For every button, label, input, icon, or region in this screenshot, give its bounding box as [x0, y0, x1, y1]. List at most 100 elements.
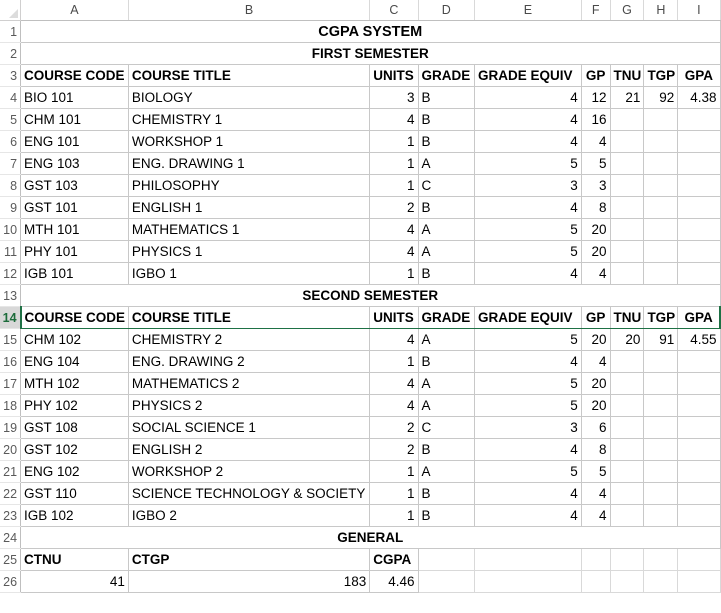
table-row[interactable]: 17 MTH 102 MATHEMATICS 2 4 A 5 20: [0, 372, 721, 395]
table-row[interactable]: 12 IGB 101 IGBO 11B44: [0, 262, 721, 285]
cell-sem1-gpa[interactable]: [677, 218, 721, 241]
cell-sem2-code[interactable]: ENG 102: [20, 460, 129, 483]
row-header-26[interactable]: 26: [0, 570, 22, 593]
cell-sem1-tgp[interactable]: [643, 174, 679, 197]
cell-sem1-gp[interactable]: 16: [581, 108, 611, 131]
column-label-gpa-second[interactable]: GPA: [677, 306, 721, 329]
table-row[interactable]: 22 GST 110 SCIENCE TECHNOLOGY & SOCIETY 1 B 4…: [0, 482, 721, 505]
cell-sem2-gpa[interactable]: [677, 350, 721, 373]
column-header-b[interactable]: B: [128, 0, 371, 21]
cell-sem2-gpa[interactable]: [677, 438, 721, 461]
column-header-d[interactable]: D: [418, 0, 475, 21]
cell-sem2-gp[interactable]: 4: [581, 482, 611, 505]
table-row[interactable]: 10 MTH 101 MATHEMATICS 1 4 A 5 20: [0, 218, 721, 241]
cell-sem2-equiv[interactable]: 5: [474, 394, 582, 417]
cell-sem1-equiv[interactable]: 4: [474, 130, 582, 153]
table-row[interactable]: 3 COURSE CODE COURSE TITLE UNITS GRADE GRADE …: [0, 64, 721, 87]
value-cgpa[interactable]: 4.46: [369, 570, 419, 593]
column-header-f[interactable]: F: [581, 0, 611, 21]
row-header-13[interactable]: 13: [0, 284, 22, 307]
column-header-h[interactable]: H: [643, 0, 679, 21]
cell-sem2-tnu[interactable]: [610, 482, 645, 505]
row-header-6[interactable]: 6: [0, 130, 22, 153]
row-header-7[interactable]: 7: [0, 152, 22, 175]
section-title-second-semester[interactable]: SECOND SEMESTER: [20, 284, 721, 307]
cell-sem1-gpa[interactable]: [677, 196, 721, 219]
cell-sem2-grade[interactable]: A: [418, 328, 475, 351]
cell-sem1-tnu[interactable]: [610, 108, 645, 131]
cell-sem1-code[interactable]: MTH 101: [20, 218, 129, 241]
cell-sem1-tgp[interactable]: [643, 196, 679, 219]
column-label-ctgp[interactable]: CTGP: [128, 548, 371, 571]
cell-sem1-gp[interactable]: 20: [581, 218, 611, 241]
row-header-3[interactable]: 3: [0, 64, 22, 87]
cell-sem1-tnu[interactable]: 21: [610, 86, 645, 109]
cell-sem2-title[interactable]: PHYSICS 2: [128, 394, 371, 417]
cell-sem2-tgp[interactable]: [643, 460, 679, 483]
row-header-5[interactable]: 5: [0, 108, 22, 131]
row-header-20[interactable]: 20: [0, 438, 22, 461]
table-row[interactable]: 1 CGPA SYSTEM: [0, 20, 721, 43]
cell-sem1-tgp[interactable]: [643, 130, 679, 153]
column-label-ctnu[interactable]: CTNU: [20, 548, 129, 571]
cell-sem2-units[interactable]: 1: [369, 350, 419, 373]
cell-sem2-tnu[interactable]: [610, 438, 645, 461]
cell-sem1-code[interactable]: GST 103: [20, 174, 129, 197]
cell-sem1-title[interactable]: ENGLISH 1: [128, 196, 371, 219]
row-header-19[interactable]: 19: [0, 416, 22, 439]
cell-sem1-gp[interactable]: 4: [581, 130, 611, 153]
cell-sem2-gpa[interactable]: [677, 504, 721, 527]
cell-sem1-equiv[interactable]: 3: [474, 174, 582, 197]
cell-sem1-grade[interactable]: C: [418, 174, 475, 197]
cell-sem2-gp[interactable]: 20: [581, 328, 611, 351]
cell-sem2-tgp[interactable]: [643, 482, 679, 505]
cell-sem1-equiv[interactable]: 4: [474, 86, 582, 109]
cell-sem2-gp[interactable]: 8: [581, 438, 611, 461]
cell-sem2-code[interactable]: PHY 102: [20, 394, 129, 417]
cell-sem1-gpa[interactable]: [677, 130, 721, 153]
cell-sem1-gp[interactable]: 12: [581, 86, 611, 109]
cell-sem1-tgp[interactable]: [643, 108, 679, 131]
cell-sem2-grade[interactable]: A: [418, 394, 475, 417]
cell-sem1-gp[interactable]: 5: [581, 152, 611, 175]
cell-sem2-gpa[interactable]: [677, 416, 721, 439]
row-header-8[interactable]: 8: [0, 174, 22, 197]
cell-sem1-grade[interactable]: B: [418, 86, 475, 109]
empty-cell-general-value[interactable]: [643, 570, 679, 593]
cell-sem1-title[interactable]: MATHEMATICS 1: [128, 218, 371, 241]
cell-sem1-units[interactable]: 4: [369, 240, 419, 263]
row-header-11[interactable]: 11: [0, 240, 22, 263]
cell-sem2-code[interactable]: IGB 102: [20, 504, 129, 527]
cell-sem1-grade[interactable]: B: [418, 196, 475, 219]
cell-sem2-tgp[interactable]: [643, 350, 679, 373]
column-label-cgpa[interactable]: CGPA: [369, 548, 419, 571]
cell-sem2-gp[interactable]: 20: [581, 394, 611, 417]
column-label-tnu-first[interactable]: TNU: [610, 64, 645, 87]
cell-sem2-title[interactable]: ENGLISH 2: [128, 438, 371, 461]
cell-sem2-grade[interactable]: B: [418, 438, 475, 461]
table-row[interactable]: 19 GST 108 SOCIAL SCIENCE 12C36: [0, 416, 721, 439]
cell-sem1-grade[interactable]: A: [418, 218, 475, 241]
empty-cell-general-value[interactable]: [610, 570, 645, 593]
column-header-i[interactable]: I: [677, 0, 721, 21]
row-header-25[interactable]: 25: [0, 548, 22, 571]
cell-sem1-gp[interactable]: 4: [581, 262, 611, 285]
cell-sem2-equiv[interactable]: 4: [474, 482, 582, 505]
row-header-15[interactable]: 15: [0, 328, 22, 351]
cell-sem1-gp[interactable]: 8: [581, 196, 611, 219]
cell-sem2-tgp[interactable]: [643, 504, 679, 527]
cell-sem1-code[interactable]: PHY 101: [20, 240, 129, 263]
cell-sem1-equiv[interactable]: 5: [474, 218, 582, 241]
cell-sem2-equiv[interactable]: 3: [474, 416, 582, 439]
column-header-a[interactable]: A: [20, 0, 129, 21]
cell-sem2-title[interactable]: CHEMISTRY 2: [128, 328, 371, 351]
column-label-gp-second[interactable]: GP: [581, 306, 611, 329]
cell-sem1-title[interactable]: PHYSICS 1: [128, 240, 371, 263]
cell-sem1-title[interactable]: CHEMISTRY 1: [128, 108, 371, 131]
cell-sem1-units[interactable]: 1: [369, 174, 419, 197]
cell-sem1-code[interactable]: ENG 101: [20, 130, 129, 153]
row-header-17[interactable]: 17: [0, 372, 22, 395]
cell-sem1-units[interactable]: 3: [369, 86, 419, 109]
row-header-23[interactable]: 23: [0, 504, 22, 527]
cell-sem1-gpa[interactable]: [677, 152, 721, 175]
